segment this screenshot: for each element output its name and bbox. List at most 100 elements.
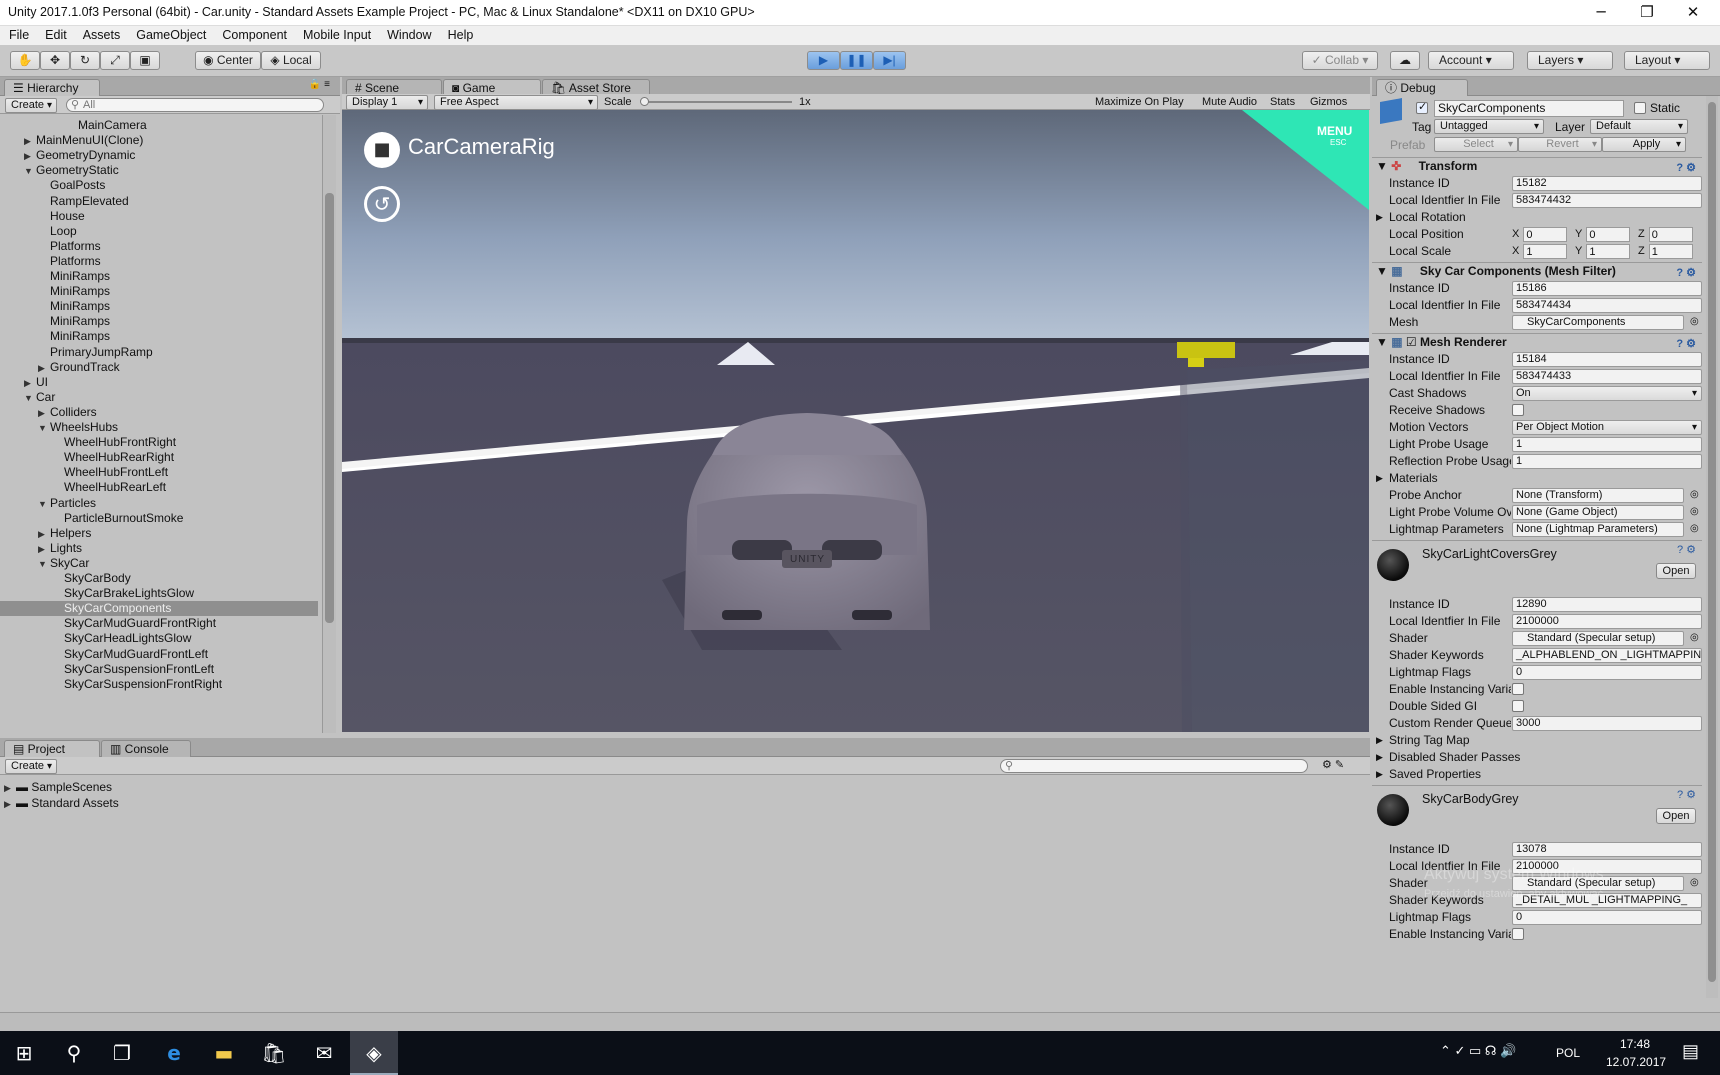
disabled-passes-row[interactable]: ▶ Disabled Shader Passes — [1372, 749, 1702, 766]
materials-row[interactable]: ▶ Materials — [1372, 470, 1702, 487]
tab-project[interactable]: ▤ Project — [4, 740, 100, 757]
object-picker-icon[interactable]: ◎ — [1690, 314, 1699, 330]
collab-button[interactable]: ✓ Collab ▾ — [1302, 51, 1378, 70]
local-id-field[interactable]: 583474432 — [1512, 193, 1702, 208]
prefab-select-button[interactable]: Select — [1434, 137, 1518, 152]
expand-icon[interactable]: ▶ — [24, 376, 36, 391]
tab-hierarchy[interactable]: ☰ Hierarchy — [4, 79, 100, 96]
folder-row[interactable]: ▶ ▬ Standard Assets — [4, 796, 322, 811]
prefab-apply-button[interactable]: Apply — [1602, 137, 1686, 152]
close-button[interactable]: ✕ — [1670, 0, 1716, 26]
expand-icon[interactable]: ▶ — [1376, 732, 1383, 748]
stats-toggle[interactable]: Stats — [1270, 96, 1295, 108]
panel-menu-icon[interactable]: 🔒 ≡ — [309, 79, 330, 90]
enable-instancing-checkbox[interactable] — [1512, 683, 1524, 695]
expand-icon[interactable]: ▶ — [4, 797, 16, 812]
probe-anchor-field[interactable]: None (Transform) — [1512, 488, 1684, 503]
enabled-checkbox-icon[interactable]: ☑ — [1406, 335, 1420, 349]
hand-tool-icon[interactable]: ✋ — [10, 51, 40, 70]
object-name-field[interactable]: SkyCarComponents — [1434, 100, 1624, 117]
hierarchy-item[interactable]: SkyCarSuspensionFrontLeft — [0, 662, 318, 677]
layout-dropdown[interactable]: Layout ▾ — [1624, 51, 1710, 70]
active-checkbox[interactable]: ✓ — [1416, 101, 1428, 114]
inspector-scroll-thumb[interactable] — [1708, 102, 1716, 982]
tab-debug[interactable]: ⓘ Debug — [1376, 79, 1468, 96]
instance-id-field[interactable]: 15182 — [1512, 176, 1702, 191]
expand-icon[interactable]: ▶ — [1376, 749, 1383, 765]
hierarchy-item[interactable]: Loop — [0, 224, 318, 239]
scale-x-field[interactable]: X1 — [1512, 244, 1568, 259]
object-picker-icon[interactable]: ◎ — [1690, 630, 1699, 646]
enable-instancing-checkbox[interactable] — [1512, 928, 1524, 940]
hierarchy-create-dropdown[interactable]: Create — [5, 98, 57, 113]
expand-icon[interactable]: ▶ — [38, 406, 50, 421]
object-picker-icon[interactable]: ◎ — [1690, 487, 1699, 503]
menu-component[interactable]: Component — [213, 26, 294, 44]
expand-icon[interactable]: ▶ — [1376, 766, 1383, 782]
hierarchy-scrollbar[interactable] — [322, 115, 336, 733]
hierarchy-item[interactable]: ▶ Helpers — [0, 526, 318, 541]
hierarchy-item[interactable]: Platforms — [0, 254, 318, 269]
aspect-dropdown[interactable]: Free Aspect — [434, 95, 598, 110]
menu-edit[interactable]: Edit — [36, 26, 74, 44]
expand-icon[interactable]: ▶ — [24, 134, 36, 149]
hierarchy-item[interactable]: Platforms — [0, 239, 318, 254]
hierarchy-item[interactable]: MiniRamps — [0, 329, 318, 344]
mute-audio-toggle[interactable]: Mute Audio — [1202, 96, 1257, 108]
hierarchy-item[interactable]: PrimaryJumpRamp — [0, 345, 318, 360]
maximize-on-play-toggle[interactable]: Maximize On Play — [1095, 96, 1184, 108]
hierarchy-item[interactable]: RampElevated — [0, 194, 318, 209]
hierarchy-item[interactable]: ▶ UI — [0, 375, 318, 390]
hierarchy-item[interactable]: MiniRamps — [0, 284, 318, 299]
game-view[interactable]: ■ CarCameraRig ↺ MENU ESC UNITY — [342, 110, 1369, 732]
tray-icons[interactable]: ⌃ ✓ ▭ ☊ 🔊 — [1440, 1043, 1516, 1059]
material-open-button[interactable]: Open — [1656, 808, 1696, 824]
expand-icon[interactable]: ▶ — [38, 527, 50, 542]
hierarchy-item[interactable]: ▶ Lights — [0, 541, 318, 556]
hierarchy-item[interactable]: ▶ Colliders — [0, 405, 318, 420]
hierarchy-item[interactable]: WheelHubRearRight — [0, 450, 318, 465]
hierarchy-search-input[interactable]: ⚲ All — [66, 98, 324, 112]
pause-button[interactable]: ❚❚ — [840, 51, 873, 70]
filter-icon[interactable]: ⚙ ✎ — [1322, 758, 1344, 771]
scale-y-field[interactable]: Y1 — [1575, 244, 1631, 259]
pos-x-field[interactable]: X0 — [1512, 227, 1568, 242]
hierarchy-item[interactable]: ▼ Car — [0, 390, 318, 405]
hierarchy-item[interactable]: WheelHubFrontRight — [0, 435, 318, 450]
pos-y-field[interactable]: Y0 — [1575, 227, 1631, 242]
rotate-tool-icon[interactable]: ↻ — [70, 51, 100, 70]
expand-icon[interactable]: ▶ — [1376, 209, 1383, 225]
instance-id-field[interactable]: 12890 — [1512, 597, 1702, 612]
local-id-field[interactable]: 2100000 — [1512, 614, 1702, 629]
saved-props-row[interactable]: ▶ Saved Properties — [1372, 766, 1702, 783]
store-taskbar-icon[interactable]: 🛍 — [250, 1031, 298, 1075]
mesh-object-field[interactable]: SkyCarComponents — [1512, 315, 1684, 330]
folder-row[interactable]: ▶ ▬ SampleScenes — [4, 780, 322, 795]
cast-shadows-dropdown[interactable]: On — [1512, 386, 1702, 401]
hierarchy-item[interactable]: MiniRamps — [0, 299, 318, 314]
light-probe-volume-field[interactable]: None (Game Object) — [1512, 505, 1684, 520]
shader-keywords-field[interactable]: _ALPHABLEND_ON _LIGHTMAPPING — [1512, 648, 1702, 663]
component-settings-icon[interactable]: ? ⚙ — [1677, 788, 1696, 801]
menu-assets[interactable]: Assets — [74, 26, 128, 44]
layers-dropdown[interactable]: Layers ▾ — [1527, 51, 1613, 70]
menu-window[interactable]: Window — [378, 26, 438, 44]
expand-icon[interactable]: ▶ — [38, 361, 50, 376]
account-dropdown[interactable]: Account ▾ — [1428, 51, 1514, 70]
expand-icon[interactable]: ▼ — [38, 497, 50, 512]
instance-id-field[interactable]: 13078 — [1512, 842, 1702, 857]
foldout-icon[interactable]: ▼ — [1372, 335, 1391, 349]
expand-icon[interactable]: ▶ — [38, 542, 50, 557]
task-view-icon[interactable]: ❐ — [98, 1031, 146, 1075]
maximize-button[interactable]: ❐ — [1624, 0, 1670, 26]
menu-label[interactable]: MENU — [1317, 124, 1352, 138]
menu-gameobject[interactable]: GameObject — [127, 26, 213, 44]
pivot-center-button[interactable]: ◉ Center — [195, 51, 261, 70]
hierarchy-item[interactable]: MiniRamps — [0, 269, 318, 284]
tab-console[interactable]: ▥ Console — [101, 740, 191, 757]
foldout-icon[interactable]: ▼ — [1372, 264, 1391, 278]
mail-icon[interactable]: ✉ — [300, 1031, 348, 1075]
inspector-scrollbar[interactable] — [1706, 96, 1718, 998]
menu-help[interactable]: Help — [439, 26, 481, 44]
hierarchy-item[interactable]: WheelHubFrontLeft — [0, 465, 318, 480]
